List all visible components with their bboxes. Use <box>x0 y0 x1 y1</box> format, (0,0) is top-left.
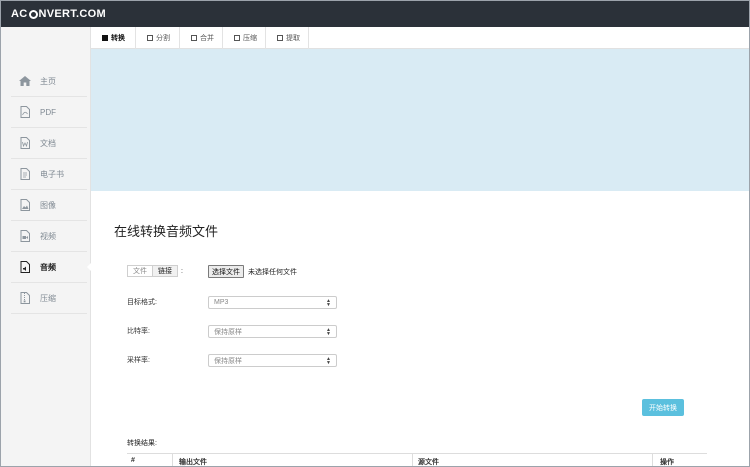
samplerate-value: 保持原样 <box>214 357 242 365</box>
select-caret-icon: ▲ ▼ <box>326 298 331 308</box>
results-label: 转换结果: <box>127 440 157 447</box>
banner-area <box>91 49 749 191</box>
source-link-option[interactable]: 链接 <box>152 265 178 277</box>
sidebar: 主页 PDF 文档 电子书 图像 视频 音频 压缩 <box>1 27 92 466</box>
tab-merge[interactable]: 合并 <box>180 27 223 49</box>
sidebar-item-image[interactable]: 图像 <box>11 190 87 221</box>
ebook-icon <box>18 168 32 180</box>
pdf-icon <box>18 106 32 118</box>
choose-file-button[interactable]: 选择文件 <box>208 265 244 278</box>
tab-label: 合并 <box>200 35 214 42</box>
sidebar-item-home[interactable]: 主页 <box>11 66 87 97</box>
sidebar-item-video[interactable]: 视频 <box>11 221 87 252</box>
image-icon <box>18 199 32 211</box>
audio-icon <box>18 261 32 273</box>
sidebar-item-pdf[interactable]: PDF <box>11 97 87 128</box>
tab-label: 压缩 <box>243 35 257 42</box>
tab-checkbox-icon <box>234 35 240 41</box>
tab-label: 转换 <box>111 35 125 42</box>
tab-label: 提取 <box>286 35 300 42</box>
samplerate-label: 采样率: <box>127 357 150 364</box>
file-status: 未选择任何文件 <box>248 269 297 276</box>
app-window: AC NVERT.COM 主页 PDF 文档 电子书 图像 视频 音频 压缩 转… <box>0 0 750 467</box>
sidebar-item-ebook[interactable]: 电子书 <box>11 159 87 190</box>
col-source-file: 源文件 <box>418 459 439 466</box>
start-convert-button[interactable]: 开始转换 <box>642 399 684 416</box>
sidebar-item-audio[interactable]: 音频 <box>11 252 92 283</box>
col-output-file: 输出文件 <box>179 459 207 466</box>
results-table-header: # 输出文件 源文件 操作 <box>127 453 707 466</box>
col-divider <box>652 454 653 466</box>
logo-text-right: NVERT.COM <box>38 8 106 20</box>
page-title: 在线转换音频文件 <box>114 224 219 239</box>
logo[interactable]: AC NVERT.COM <box>11 8 106 20</box>
logo-text-left: AC <box>11 8 28 20</box>
col-index: # <box>131 457 135 464</box>
target-format-value: MP3 <box>214 299 229 306</box>
tab-split[interactable]: 分割 <box>136 27 180 49</box>
tab-checkbox-icon <box>191 35 197 41</box>
select-caret-icon: ▲ ▼ <box>326 327 331 337</box>
select-caret-icon: ▲ ▼ <box>326 356 331 366</box>
tool-tabs: 转换 分割 合并 压缩 提取 <box>91 27 749 49</box>
source-file-option[interactable]: 文件 <box>127 265 152 277</box>
target-format-select[interactable]: MP3 ▲ ▼ <box>208 296 337 309</box>
source-colon: : <box>181 267 183 275</box>
tab-checkbox-icon <box>277 35 283 41</box>
home-icon <box>18 76 32 86</box>
sidebar-item-label: 图像 <box>40 200 56 210</box>
col-divider <box>412 454 413 466</box>
top-bar: AC NVERT.COM <box>1 1 749 27</box>
sidebar-item-label: PDF <box>40 107 56 117</box>
tab-compress[interactable]: 压缩 <box>223 27 266 49</box>
sidebar-item-label: 视频 <box>40 231 56 241</box>
tab-extract[interactable]: 提取 <box>266 27 309 49</box>
sidebar-item-label: 压缩 <box>40 293 56 303</box>
sidebar-item-archive[interactable]: 压缩 <box>11 283 87 314</box>
sidebar-item-label: 电子书 <box>40 169 64 179</box>
target-format-label: 目标格式: <box>127 299 157 306</box>
bitrate-value: 保持原样 <box>214 328 242 336</box>
logo-ring-icon <box>28 9 38 19</box>
document-icon <box>18 137 32 149</box>
col-actions: 操作 <box>660 459 674 466</box>
tab-convert[interactable]: 转换 <box>91 27 136 49</box>
sidebar-item-label: 文档 <box>40 138 56 148</box>
sidebar-item-label: 音频 <box>40 262 56 272</box>
tab-label: 分割 <box>156 35 170 42</box>
tab-checkbox-icon <box>102 35 108 41</box>
video-icon <box>18 230 32 242</box>
sidebar-item-label: 主页 <box>40 76 56 86</box>
samplerate-select[interactable]: 保持原样 ▲ ▼ <box>208 354 337 367</box>
sidebar-item-document[interactable]: 文档 <box>11 128 87 159</box>
bitrate-label: 比特率: <box>127 328 150 335</box>
archive-icon <box>18 292 32 304</box>
bitrate-select[interactable]: 保持原样 ▲ ▼ <box>208 325 337 338</box>
col-divider <box>172 454 173 466</box>
source-toggle: 文件 链接 : <box>127 265 183 277</box>
tab-checkbox-icon <box>147 35 153 41</box>
